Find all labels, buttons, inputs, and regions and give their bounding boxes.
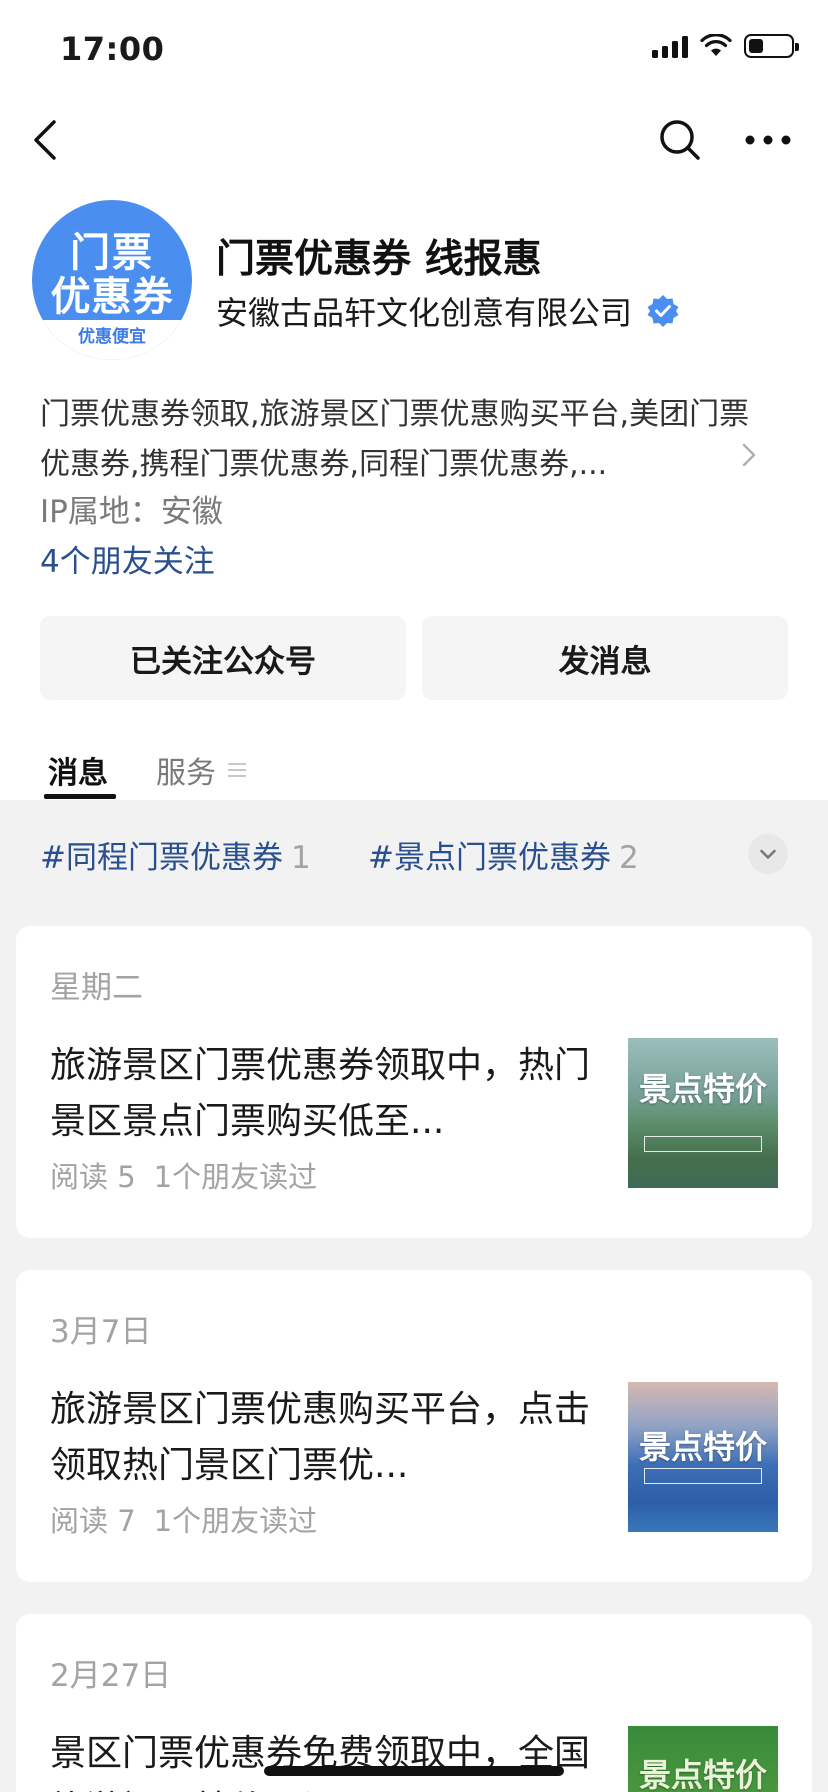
article-thumbnail[interactable]: 景点特价 [628,1382,778,1532]
tags-expand-button[interactable] [748,834,788,874]
account-name: 门票优惠券 线报惠 [216,237,542,282]
tag-label: #同程门票优惠券 [40,840,283,876]
avatar[interactable]: 门票 优惠券 优惠便宜 [32,200,192,360]
read-count: 阅读 7 [50,1504,136,1538]
search-icon [660,120,700,160]
tag-count: 1 [290,840,311,876]
tab-messages[interactable]: 消息 [48,748,108,792]
verified-badge-icon [647,295,679,327]
more-button[interactable] [742,116,794,164]
friends-follow-link[interactable]: 4个朋友关注 [40,536,215,581]
article-card[interactable]: 星期二 旅游景区门票优惠券领取中，热门景区景点门票购买低至... 阅读 5 1个朋… [16,926,812,1238]
article-title[interactable]: 景区门票优惠券免费领取中，全国旅游门票特价预订... [50,1726,590,1792]
thumbnail-banner [644,1468,762,1484]
article-title[interactable]: 旅游景区门票优惠券领取中，热门景区景点门票购买低至... [50,1038,590,1150]
thumbnail-text: 景点特价 [638,1070,767,1108]
battery-icon [744,34,799,58]
cellular-signal-icon [652,34,688,58]
article-thumbnail[interactable]: 景点特价 [628,1726,778,1792]
avatar-tagline: 优惠便宜 [32,320,192,360]
article-date: 星期二 [50,970,143,1006]
organization-row[interactable]: 安徽古品轩文化创意有限公司 [216,288,680,334]
chevron-left-icon [34,120,56,160]
followed-account-button[interactable]: 已关注公众号 [40,616,406,700]
article-card[interactable]: 3月7日 旅游景区门票优惠购买平台，点击领取热门景区门票优... 阅读 7 1个朋… [16,1270,812,1582]
avatar-text-line-2: 优惠券 [50,274,174,320]
search-button[interactable] [656,116,704,164]
more-horizontal-icon [745,135,791,145]
article-stats: 阅读 5 1个朋友读过 [50,1154,317,1196]
organization-name: 安徽古品轩文化创意有限公司 [216,294,633,332]
tag-chip[interactable]: #同程门票优惠券 1 [40,832,311,877]
menu-icon [228,763,246,777]
article-date: 3月7日 [50,1314,152,1350]
article-stats: 阅读 7 1个朋友读过 [50,1498,317,1540]
back-button[interactable] [28,116,64,164]
status-time: 17:00 [60,30,165,68]
account-description[interactable]: 门票优惠券领取,旅游景区门票优惠购买平台,美团门票优惠券,携程门票优惠券,同程门… [40,390,760,490]
home-indicator[interactable] [264,1766,564,1776]
active-tab-indicator [44,794,116,799]
tab-services-label: 服务 [156,756,216,791]
send-message-button[interactable]: 发消息 [422,616,788,700]
article-thumbnail[interactable]: 景点特价 [628,1038,778,1188]
friends-read: 1个朋友读过 [153,1160,318,1194]
tab-services[interactable]: 服务 [156,748,246,792]
tag-label: #景点门票优惠券 [368,840,611,876]
tag-count: 2 [618,840,639,876]
read-count: 阅读 5 [50,1160,136,1194]
article-title[interactable]: 旅游景区门票优惠购买平台，点击领取热门景区门票优... [50,1382,590,1494]
status-icons [652,34,799,58]
wifi-icon [700,34,732,56]
article-date: 2月27日 [50,1658,172,1694]
thumbnail-banner [644,1136,762,1152]
tag-chip[interactable]: #景点门票优惠券 2 [368,832,639,877]
chevron-right-icon[interactable] [740,440,758,470]
thumbnail-text: 景点特价 [638,1428,767,1466]
friends-read: 1个朋友读过 [153,1504,318,1538]
ip-location: IP属地：安徽 [40,494,223,530]
chevron-down-icon [760,849,776,859]
thumbnail-text: 景点特价 [638,1756,767,1792]
